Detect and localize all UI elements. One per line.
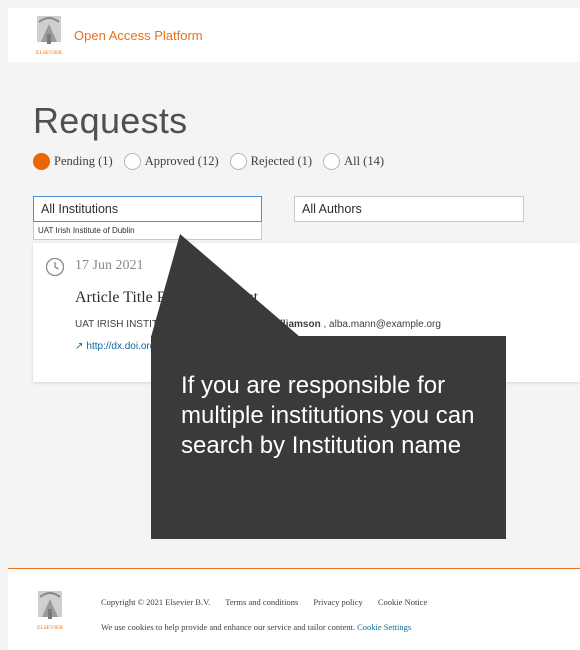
filter-approved-label: Approved (12): [144, 154, 219, 168]
radio-selected-icon[interactable]: [33, 153, 50, 170]
clock-icon: [45, 257, 65, 277]
cookie-text: We use cookies to help provide and enhan…: [101, 622, 355, 632]
footer-logo-wordmark: ELSEVIER: [37, 625, 63, 631]
footer-links: Copyright © 2021 Elsevier B.V. Terms and…: [101, 597, 440, 607]
filter-approved[interactable]: Approved (12): [123, 153, 219, 170]
request-date: 17 Jun 2021: [75, 258, 144, 273]
tooltip-text: If you are responsible for multiple inst…: [181, 372, 475, 459]
institution-select[interactable]: All Institutions: [33, 196, 262, 222]
cookie-settings-link[interactable]: Cookie Settings: [357, 622, 411, 632]
institution-option[interactable]: UAT Irish Institute of Dublin: [33, 222, 262, 240]
filter-all[interactable]: All (14): [323, 153, 384, 170]
author-email: , alba.mann@example.org: [323, 319, 441, 330]
elsevier-footer-logo-icon[interactable]: ELSEVIER: [34, 589, 66, 633]
radio-icon[interactable]: [323, 153, 341, 170]
article-title[interactable]: Article Title Regression Test: [75, 289, 258, 307]
filter-pending[interactable]: Pending (1): [33, 153, 113, 170]
cookie-message: We use cookies to help provide and enhan…: [101, 622, 411, 632]
external-link-icon: ↗: [75, 341, 84, 352]
cookie-notice-link[interactable]: Cookie Notice: [378, 597, 427, 607]
page-title: Requests: [33, 100, 188, 141]
filter-pending-label: Pending (1): [54, 154, 113, 168]
copyright-text: Copyright © 2021 Elsevier B.V.: [101, 597, 211, 607]
top-header: ELSEVIER Open Access Platform: [8, 8, 580, 62]
request-meta: UAT IRISH INSTITUTE OF DUBLIN Jane Willi…: [75, 319, 441, 330]
footer: ELSEVIER Copyright © 2021 Elsevier B.V. …: [8, 569, 580, 650]
radio-icon[interactable]: [229, 153, 247, 170]
filter-rejected-label: Rejected (1): [250, 154, 313, 168]
terms-link[interactable]: Terms and conditions: [225, 597, 298, 607]
filter-rejected[interactable]: Rejected (1): [229, 153, 313, 170]
filter-all-label: All (14): [344, 154, 385, 168]
logo-wordmark: ELSEVIER: [36, 50, 62, 56]
author-name: Jane Williamson: [242, 319, 321, 330]
institution-name: UAT IRISH INSTITUTE OF DUBLIN: [75, 319, 235, 330]
status-filter-group: Pending (1) Approved (12) Rejected (1) A…: [33, 153, 395, 170]
radio-icon[interactable]: [123, 153, 141, 170]
brand-title[interactable]: Open Access Platform: [74, 28, 203, 43]
privacy-link[interactable]: Privacy policy: [313, 597, 362, 607]
author-select[interactable]: All Authors: [294, 196, 524, 222]
elsevier-logo-icon[interactable]: ELSEVIER: [33, 14, 65, 58]
help-tooltip: If you are responsible for multiple inst…: [151, 336, 506, 539]
